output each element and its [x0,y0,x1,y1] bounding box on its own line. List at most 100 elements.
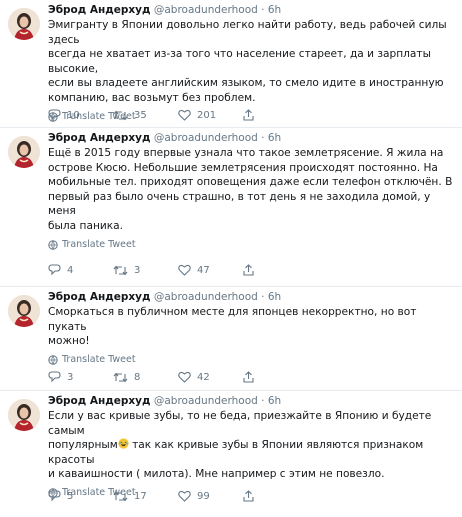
like-button[interactable]: 47 [178,263,243,277]
retweet-button[interactable]: 35 [113,108,178,122]
share-button[interactable] [243,108,254,122]
tweet-header: Эброд Андерхуд @abroadunderhood · 6h [48,290,454,304]
display-name[interactable]: Эброд Андерхуд [48,395,151,407]
tweet-text-line: можно! [48,335,90,348]
retweet-count: 8 [134,371,141,383]
tweet-actions: 3 8 42 [48,370,254,384]
tweet-text-line: Ещё в 2015 году впервые узнала что такое… [48,147,444,159]
tweet-text: Сморкаться в публичном месте для японцев… [48,305,454,349]
share-icon [243,109,254,121]
retweet-count: 35 [134,109,147,121]
retweet-count: 17 [134,490,147,502]
share-button[interactable] [243,370,254,384]
tweet-text-line: была паника. [48,219,124,232]
tweet-text: Ещё в 2015 году впервые узнала что такое… [48,146,454,234]
tweet-header: Эброд Андерхуд @abroadunderhood · 6h [48,3,454,17]
retweet-icon [113,491,128,501]
tweet-text-line: всегда не хватает из-за того что населен… [48,48,431,75]
separator: · [261,291,265,303]
display-name[interactable]: Эброд Андерхуд [48,4,151,16]
separator: · [261,4,265,16]
retweet-count: 3 [134,264,141,276]
tweet[interactable]: Эброд Андерхуд @abroadunderhood · 6h Ещё… [0,128,462,287]
reply-button[interactable]: 3 [48,370,113,384]
reply-count: 3 [67,371,74,383]
timestamp[interactable]: 6h [268,395,281,407]
tweet-header: Эброд Андерхуд @abroadunderhood · 6h [48,131,454,145]
tweet-text-line: популярным так как кривые зубы в Японии … [48,438,454,467]
tweet[interactable]: Эброд Андерхуд @abroadunderhood · 6h Смо… [0,287,462,391]
timeline: Эброд Андерхуд @abroadunderhood · 6h Эми… [0,0,462,517]
handle[interactable]: @abroadunderhood [154,132,258,144]
tweet-text-line: Эмигранту в Японии довольно легко найти … [48,19,447,46]
reply-count: 5 [67,490,74,502]
heart-icon [178,264,191,276]
share-button[interactable] [243,489,254,503]
reply-icon [48,264,61,276]
tweet[interactable]: Эброд Андерхуд @abroadunderhood · 6h Есл… [0,391,462,517]
display-name[interactable]: Эброд Андерхуд [48,291,151,303]
timestamp[interactable]: 6h [268,4,281,16]
reply-count: 4 [67,264,74,276]
display-name[interactable]: Эброд Андерхуд [48,132,151,144]
tweet-text-line: если вы владеете английским языком, то с… [48,77,444,90]
separator: · [261,132,265,144]
timestamp[interactable]: 6h [268,132,281,144]
reply-button[interactable]: 10 [48,108,113,122]
like-button[interactable]: 99 [178,489,243,503]
retweet-button[interactable]: 3 [113,263,178,277]
like-button[interactable]: 42 [178,370,243,384]
heart-icon [178,490,191,502]
translate-label: Translate Tweet [62,353,136,365]
handle[interactable]: @abroadunderhood [154,291,258,303]
tweet-actions: 5 17 99 [48,489,254,503]
like-count: 42 [197,371,210,383]
globe-icon [48,355,58,365]
separator: · [261,395,265,407]
retweet-button[interactable]: 8 [113,370,178,384]
avatar[interactable] [8,295,40,327]
tweet-text: Эмигранту в Японии довольно легко найти … [48,18,454,106]
tweet-actions: 4 3 47 [48,263,254,277]
like-count: 47 [197,264,210,276]
tweet-text-line: компанию, вас возьмут без проблем. [48,91,256,104]
like-button[interactable]: 201 [178,108,243,122]
reply-button[interactable]: 5 [48,489,113,503]
share-button[interactable] [243,263,254,277]
handle[interactable]: @abroadunderhood [154,395,258,407]
share-icon [243,490,254,502]
reply-icon [48,490,61,502]
retweet-button[interactable]: 17 [113,489,178,503]
like-count: 99 [197,490,210,502]
heart-icon [178,109,191,121]
tweet-text-line: острове Кюсю. Небольшие землетрясения пр… [48,161,438,174]
tweet-text: Если у вас кривые зубы, то не беда, прие… [48,409,454,482]
tweet[interactable]: Эброд Андерхуд @abroadunderhood · 6h Эми… [0,0,462,128]
handle[interactable]: @abroadunderhood [154,4,258,16]
retweet-icon [113,265,128,275]
tweet-text-fragment: популярным [48,439,118,452]
heart-icon [178,371,191,383]
reply-icon [48,109,61,121]
translate-tweet-link[interactable]: Translate Tweet [48,354,454,366]
retweet-icon [113,372,128,382]
translate-tweet-link[interactable]: Translate Tweet [48,239,454,251]
timestamp[interactable]: 6h [268,291,281,303]
tweet-text-line: первый раз было очень страшно, в тот ден… [48,190,431,218]
tweet-text-line: и каваишности ( милота). Мне например с … [48,468,385,481]
share-icon [243,371,254,383]
reply-icon [48,371,61,383]
reply-button[interactable]: 4 [48,263,113,277]
laughing-emoji-icon [118,438,129,449]
retweet-icon [113,110,128,120]
tweet-actions: 10 35 201 [48,108,254,122]
translate-label: Translate Tweet [62,238,136,250]
tweet-text-line: Сморкаться в публичном месте для японцев… [48,306,417,333]
share-icon [243,264,254,276]
reply-count: 10 [67,109,80,121]
like-count: 201 [197,109,217,121]
tweet-text-line: мобильные тел. приходят оповещения даже … [48,176,453,189]
avatar[interactable] [8,8,40,40]
avatar[interactable] [8,136,40,168]
avatar[interactable] [8,399,40,431]
